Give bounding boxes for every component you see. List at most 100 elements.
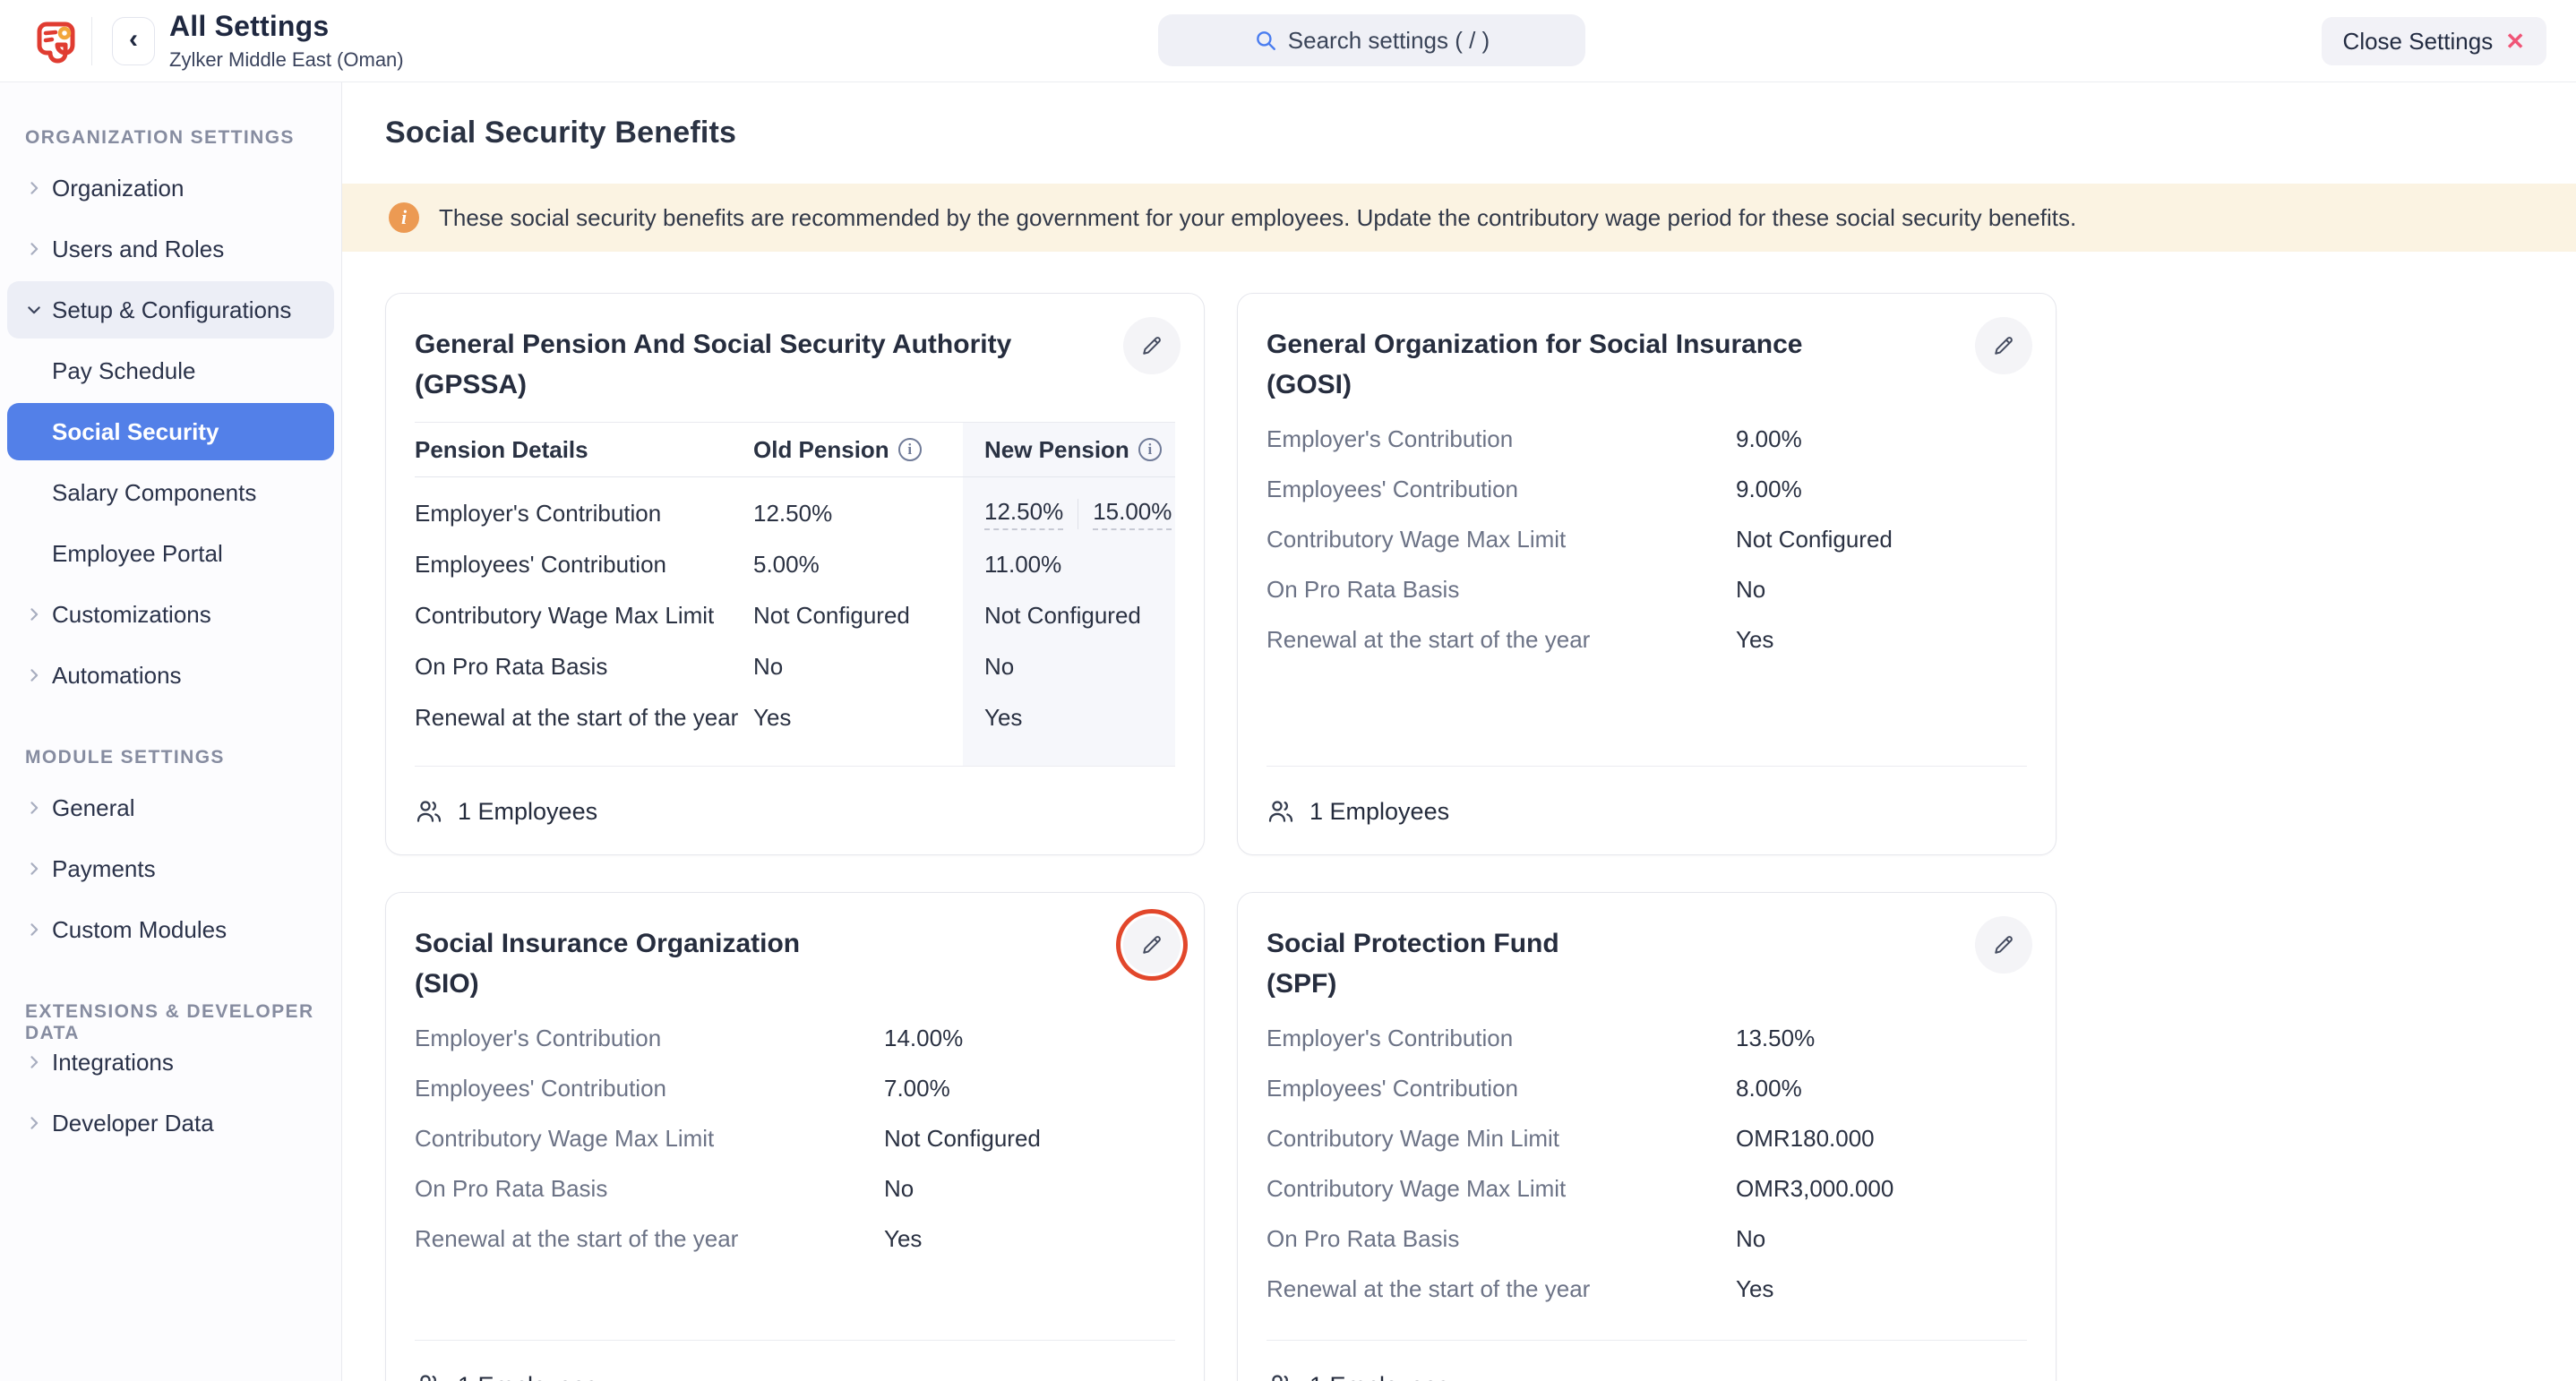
close-settings-button[interactable]: Close Settings ✕ xyxy=(2322,17,2546,65)
sidebar-item-developer-data[interactable]: Developer Data xyxy=(7,1094,334,1152)
detail-row: Renewal at the start of the yearYes xyxy=(1267,614,2027,665)
employees-count[interactable]: 1 Employees xyxy=(1309,1372,1449,1381)
sidebar-item-label: Pay Schedule xyxy=(52,357,195,385)
search-settings-input[interactable]: Search settings ( / ) xyxy=(1158,14,1585,66)
sidebar-item-organization[interactable]: Organization xyxy=(7,159,334,217)
sidebar-item-pay-schedule[interactable]: Pay Schedule xyxy=(7,342,334,399)
column-new-pension-label: New Pension xyxy=(984,436,1129,464)
sidebar-item-label: Organization xyxy=(52,175,184,202)
sidebar-item-users-and-roles[interactable]: Users and Roles xyxy=(7,220,334,278)
employees-count[interactable]: 1 Employees xyxy=(1309,798,1449,826)
employees-icon xyxy=(1267,797,1295,826)
detail-row: Contributory Wage Max LimitOMR3,000.000 xyxy=(1267,1163,2027,1214)
row-value: OMR180.000 xyxy=(1736,1125,1875,1153)
page-title: Social Security Benefits xyxy=(385,116,736,150)
info-icon[interactable]: i xyxy=(1138,438,1162,461)
sidebar-item-payments[interactable]: Payments xyxy=(7,840,334,897)
edit-sio-button-highlighted[interactable] xyxy=(1123,916,1181,974)
sidebar-item-label: Automations xyxy=(52,662,182,690)
page-header-title: All Settings xyxy=(169,10,404,43)
new-pension-editable-value[interactable]: 12.50% xyxy=(984,498,1063,530)
sidebar-item-automations[interactable]: Automations xyxy=(7,647,334,704)
detail-row: Employer's Contribution14.00% xyxy=(415,1013,1175,1063)
row-value: 14.00% xyxy=(884,1025,963,1052)
chevron-right-icon xyxy=(25,240,52,258)
card-title: General Organization for Social Insuranc… xyxy=(1267,324,2027,405)
detail-row: Renewal at the start of the yearYes xyxy=(415,1214,1175,1264)
sidebar-item-general[interactable]: General xyxy=(7,779,334,836)
card-title-line1: Social Insurance Organization xyxy=(415,929,800,958)
row-label: Renewal at the start of the year xyxy=(1267,626,1736,654)
section-organization-settings: ORGANIZATION SETTINGS xyxy=(25,127,341,150)
row-label: Contributory Wage Max Limit xyxy=(415,602,753,630)
sidebar-item-label: Salary Components xyxy=(52,479,256,507)
row-label: Contributory Wage Max Limit xyxy=(415,1125,884,1153)
column-old-pension-label: Old Pension xyxy=(753,436,889,464)
chevron-right-icon xyxy=(25,605,52,623)
edit-spf-button[interactable] xyxy=(1975,916,2032,974)
sidebar-item-label: Users and Roles xyxy=(52,236,224,263)
card-title: Social Protection Fund (SPF) xyxy=(1267,923,2027,1004)
settings-sidebar: ORGANIZATION SETTINGS Organization Users… xyxy=(0,82,342,1381)
chevron-right-icon xyxy=(25,921,52,939)
new-pension-value: No xyxy=(965,653,1175,681)
card-title-line1: General Organization for Social Insuranc… xyxy=(1267,330,1803,359)
column-pension-details: Pension Details xyxy=(415,436,753,464)
sidebar-item-label: Setup & Configurations xyxy=(52,296,291,324)
employees-icon xyxy=(1267,1371,1295,1381)
sidebar-item-salary-components[interactable]: Salary Components xyxy=(7,464,334,521)
new-pension-editable-value[interactable]: 15.00% xyxy=(1093,498,1172,530)
search-icon xyxy=(1254,29,1277,52)
row-label: Contributory Wage Min Limit xyxy=(1267,1125,1736,1153)
info-icon: i xyxy=(389,202,419,233)
detail-row: On Pro Rata BasisNo xyxy=(415,1163,1175,1214)
edit-gpssa-button[interactable] xyxy=(1123,317,1181,374)
back-button[interactable]: ‹ xyxy=(112,17,155,65)
employees-icon xyxy=(415,1371,443,1381)
sidebar-item-setup-and-configurations[interactable]: Setup & Configurations xyxy=(7,281,334,339)
card-title: General Pension And Social Security Auth… xyxy=(415,324,1175,405)
detail-row: Employees' Contribution8.00% xyxy=(1267,1063,2027,1113)
close-icon: ✕ xyxy=(2505,28,2525,56)
info-icon[interactable]: i xyxy=(898,438,922,461)
new-pension-value: 11.00% xyxy=(965,551,1175,579)
row-value: OMR3,000.000 xyxy=(1736,1175,1893,1203)
employees-footer: 1 Employees xyxy=(1267,766,2027,826)
new-pension-value: Yes xyxy=(965,704,1175,732)
top-header: ‹ All Settings Zylker Middle East (Oman)… xyxy=(0,0,2576,82)
detail-row: Renewal at the start of the yearYes xyxy=(1267,1264,2027,1314)
sidebar-item-employee-portal[interactable]: Employee Portal xyxy=(7,525,334,582)
employees-footer: 1 Employees xyxy=(415,766,1175,826)
close-settings-label: Close Settings xyxy=(2343,28,2494,56)
row-label: Contributory Wage Max Limit xyxy=(1267,1175,1736,1203)
row-label: Contributory Wage Max Limit xyxy=(1267,526,1736,553)
row-value: 9.00% xyxy=(1736,476,1802,503)
sidebar-item-label: Developer Data xyxy=(52,1110,214,1137)
card-gpssa: General Pension And Social Security Auth… xyxy=(385,293,1205,855)
card-title-line2: (GPSSA) xyxy=(415,370,527,399)
detail-row: Employees' Contribution7.00% xyxy=(415,1063,1175,1113)
main-content: Social Security Benefits i These social … xyxy=(342,82,2576,1381)
sidebar-item-customizations[interactable]: Customizations xyxy=(7,586,334,643)
employees-count[interactable]: 1 Employees xyxy=(458,1372,597,1381)
table-row: Employer's Contribution 12.50% 12.50%15.… xyxy=(415,488,1175,539)
sidebar-item-custom-modules[interactable]: Custom Modules xyxy=(7,901,334,958)
card-title-line1: Social Protection Fund xyxy=(1267,929,1559,958)
detail-row: Contributory Wage Max LimitNot Configure… xyxy=(415,1113,1175,1163)
detail-row: Employer's Contribution13.50% xyxy=(1267,1013,2027,1063)
detail-row: On Pro Rata BasisNo xyxy=(1267,564,2027,614)
edit-gosi-button[interactable] xyxy=(1975,317,2032,374)
row-label: Employer's Contribution xyxy=(1267,1025,1736,1052)
chevron-right-icon xyxy=(25,860,52,878)
row-label: On Pro Rata Basis xyxy=(415,653,753,681)
chevron-left-icon: ‹ xyxy=(129,26,138,53)
employees-count[interactable]: 1 Employees xyxy=(458,798,597,826)
row-value: 8.00% xyxy=(1736,1075,1802,1102)
chevron-down-icon xyxy=(25,301,52,319)
row-label: Employees' Contribution xyxy=(1267,1075,1736,1102)
detail-row: On Pro Rata BasisNo xyxy=(1267,1214,2027,1264)
sidebar-item-social-security[interactable]: Social Security xyxy=(7,403,334,460)
card-sio: Social Insurance Organization (SIO) Empl… xyxy=(385,892,1205,1381)
table-row: Contributory Wage Max Limit Not Configur… xyxy=(415,590,1175,641)
old-pension-value: Not Configured xyxy=(753,602,965,630)
